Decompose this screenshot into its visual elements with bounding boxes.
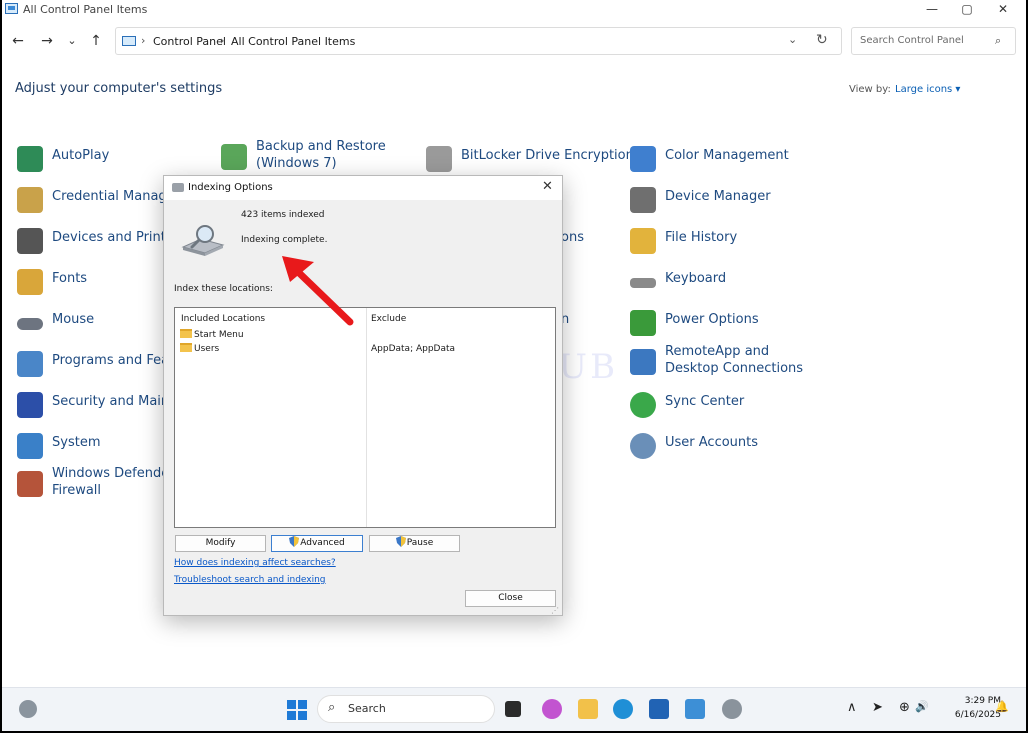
- window-title: All Control Panel Items: [23, 3, 148, 16]
- list-item[interactable]: Start Menu: [180, 329, 244, 340]
- minimize-button[interactable]: —: [914, 0, 950, 20]
- color-management-icon: [630, 146, 656, 172]
- title-bar: All Control Panel Items — ▢ ✕: [2, 0, 1026, 20]
- chevron-down-icon[interactable]: ⌄: [788, 33, 797, 46]
- clock-time[interactable]: 3:29 PM: [951, 696, 1001, 706]
- security-flag-icon: [17, 392, 43, 418]
- folder-icon: [180, 329, 192, 338]
- store-icon[interactable]: [649, 699, 669, 719]
- locations-list[interactable]: Included Locations Exclude Start Menu Us…: [174, 307, 556, 528]
- credential-icon: [17, 187, 43, 213]
- shield-icon: [395, 536, 406, 547]
- search-icon[interactable]: ⌕: [995, 34, 1001, 48]
- show-hidden-icons-icon[interactable]: ∧: [847, 700, 857, 715]
- exclude-value: AppData; AppData: [371, 344, 456, 354]
- location-icon[interactable]: ➤: [872, 700, 883, 715]
- task-view-icon[interactable]: [505, 701, 521, 717]
- power-icon: [630, 310, 656, 336]
- clock-date[interactable]: 6/16/2025: [940, 710, 1001, 720]
- up-button[interactable]: ↑: [86, 31, 106, 51]
- network-icon[interactable]: ⊕: [899, 700, 910, 715]
- control-panel-icon[interactable]: [685, 699, 705, 719]
- control-panel-icon: [122, 36, 136, 46]
- back-button[interactable]: ←: [8, 31, 28, 51]
- system-icon: [17, 433, 43, 459]
- indexing-status: Indexing complete.: [241, 235, 328, 245]
- search-input[interactable]: [858, 34, 988, 47]
- modify-button[interactable]: Modify: [175, 535, 266, 552]
- column-divider: [366, 308, 367, 527]
- troubleshoot-link[interactable]: Troubleshoot search and indexing: [174, 575, 326, 585]
- refresh-icon[interactable]: ↻: [816, 32, 828, 48]
- search-box[interactable]: ⌕: [851, 27, 1016, 55]
- address-bar[interactable]: › Control Panel › All Control Panel Item…: [115, 27, 842, 55]
- programs-icon: [17, 351, 43, 377]
- resize-grip-icon[interactable]: ⋰: [551, 606, 559, 615]
- indexing-options-icon: [172, 183, 184, 192]
- list-item[interactable]: Users: [180, 343, 219, 354]
- maximize-button[interactable]: ▢: [949, 0, 985, 20]
- page-title: Adjust your computer's settings: [15, 81, 223, 96]
- control-panel-icon: [5, 3, 18, 14]
- bitlocker-icon: [426, 146, 452, 172]
- printer-icon: [17, 228, 43, 254]
- remoteapp-icon: [630, 349, 656, 375]
- breadcrumb-control-panel[interactable]: Control Panel: [153, 35, 226, 48]
- keyboard-icon: [630, 278, 656, 288]
- view-by-dropdown[interactable]: Large icons ▾: [895, 84, 960, 95]
- exclude-header[interactable]: Exclude: [371, 314, 406, 324]
- shield-icon: [289, 536, 300, 547]
- dialog-close-icon[interactable]: ✕: [542, 179, 553, 194]
- weather-icon[interactable]: [19, 700, 37, 718]
- file-explorer-icon[interactable]: [578, 699, 598, 719]
- sync-icon: [630, 392, 656, 418]
- dialog-title-bar: Indexing Options ✕: [164, 176, 562, 200]
- start-icon[interactable]: [287, 700, 307, 720]
- device-manager-icon: [630, 187, 656, 213]
- breadcrumb-all-items[interactable]: All Control Panel Items: [231, 35, 355, 48]
- breadcrumb-separator: ›: [141, 34, 146, 47]
- indexing-help-link[interactable]: How does indexing affect searches?: [174, 558, 336, 568]
- breadcrumb-separator[interactable]: ›: [220, 34, 224, 47]
- volume-icon[interactable]: 🔊: [915, 700, 929, 713]
- fonts-icon: [17, 269, 43, 295]
- copilot-icon[interactable]: [542, 699, 562, 719]
- indexing-options-icon[interactable]: [722, 699, 742, 719]
- view-by-label: View by:: [849, 84, 891, 95]
- red-arrow-annotation: [282, 256, 354, 326]
- user-accounts-icon: [630, 433, 656, 459]
- backup-icon: [221, 144, 247, 170]
- folder-icon: [180, 343, 192, 352]
- notification-bell-icon[interactable]: 🔔: [995, 700, 1009, 713]
- forward-button[interactable]: →: [37, 31, 57, 51]
- close-button[interactable]: Close: [465, 590, 556, 607]
- indexing-options-dialog: Indexing Options ✕ 423 items indexed Ind…: [163, 175, 563, 616]
- edge-icon[interactable]: [613, 699, 633, 719]
- firewall-icon: [17, 471, 43, 497]
- advanced-button[interactable]: Advanced: [271, 535, 363, 552]
- autoplay-icon: [17, 146, 43, 172]
- locations-label: Index these locations:: [174, 284, 273, 294]
- search-icon: ⌕: [328, 700, 336, 715]
- mouse-icon: [17, 318, 43, 330]
- included-locations-header[interactable]: Included Locations: [181, 314, 265, 324]
- recent-locations-button[interactable]: ⌄: [62, 31, 82, 51]
- items-indexed-count: 423 items indexed: [241, 210, 325, 220]
- indexing-magnifier-icon: [181, 225, 225, 256]
- taskbar: ⌕ Search ∧ ➤ ⊕ 🔊 3:29 PM 6/16/2025 🔔: [2, 687, 1026, 731]
- dialog-title: Indexing Options: [188, 182, 273, 193]
- pause-button[interactable]: Pause: [369, 535, 460, 552]
- control-panel-window: All Control Panel Items — ▢ ✕ ← → ⌄ ↑ › …: [2, 0, 1026, 731]
- close-window-button[interactable]: ✕: [985, 0, 1021, 20]
- taskbar-search[interactable]: ⌕ Search: [317, 695, 495, 723]
- file-history-icon: [630, 228, 656, 254]
- taskbar-search-label: Search: [348, 702, 386, 715]
